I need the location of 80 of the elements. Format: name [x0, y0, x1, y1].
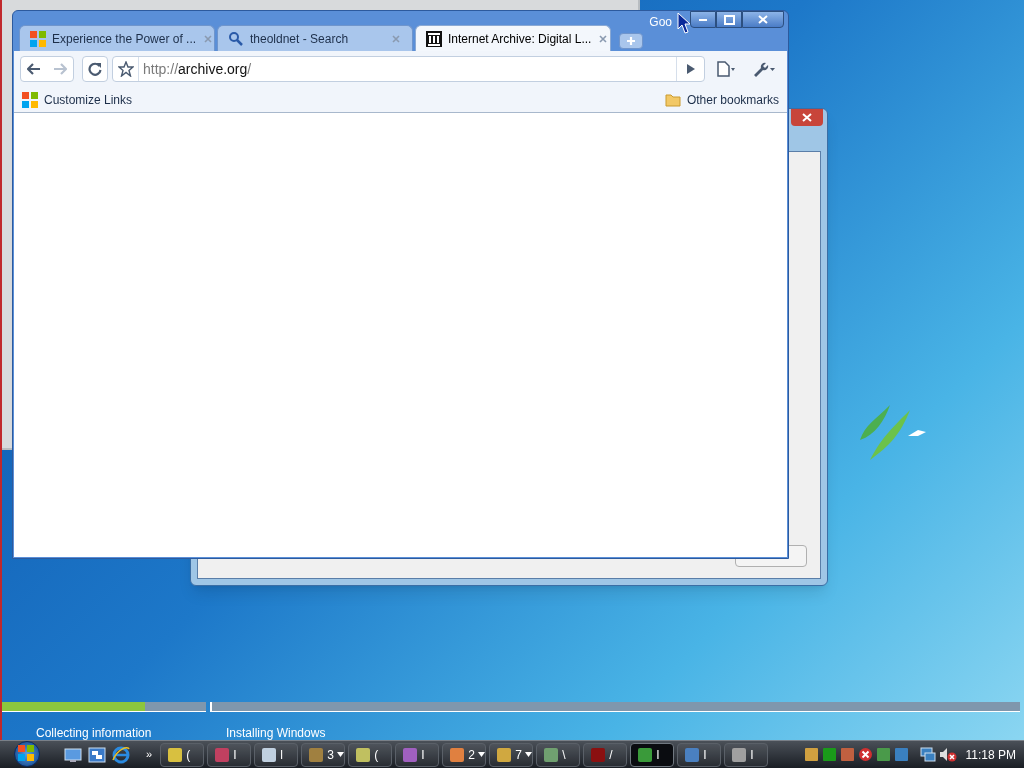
- close-icon: [204, 34, 213, 43]
- taskbar-button[interactable]: \: [536, 742, 581, 767]
- app-icon: [308, 746, 325, 763]
- tab-title: theoldnet - Search: [250, 30, 350, 48]
- tab-title: Internet Archive: Digital L...: [448, 30, 592, 48]
- tray-app-icon[interactable]: [839, 747, 855, 762]
- tray-app-icon[interactable]: [821, 747, 837, 762]
- window-title: Goo: [649, 14, 672, 31]
- tray-app-icon[interactable]: [803, 747, 819, 762]
- setup-step-label: Collecting information: [36, 726, 152, 740]
- taskbar-button[interactable]: I: [677, 742, 722, 767]
- app-icon: [167, 746, 184, 763]
- browser-e-icon[interactable]: [112, 745, 130, 764]
- address-bar[interactable]: http://archive.org/: [112, 56, 705, 82]
- error-icon[interactable]: [857, 747, 873, 762]
- plus-icon: [626, 36, 636, 46]
- page-icon: [716, 61, 736, 77]
- app-icon: [590, 746, 607, 763]
- app-icon: [402, 746, 419, 763]
- pointer-icon: [677, 12, 691, 34]
- windows-logo-icon: [30, 30, 46, 47]
- play-icon: [685, 63, 696, 75]
- speaker-muted-icon[interactable]: [938, 747, 957, 762]
- desktop-icon[interactable]: [64, 746, 82, 763]
- windows-switch-icon[interactable]: [88, 746, 106, 763]
- app-icon: [731, 746, 748, 763]
- app-icon: [496, 746, 513, 763]
- close-icon: [802, 113, 812, 122]
- close-icon: [758, 15, 768, 24]
- taskbar-button[interactable]: /: [583, 742, 628, 767]
- browser-tab[interactable]: theoldnet - Search: [217, 25, 413, 51]
- minimize-icon: [699, 18, 707, 21]
- taskbar-button[interactable]: 7: [489, 742, 534, 767]
- taskbar-button[interactable]: 2: [442, 742, 487, 767]
- close-button[interactable]: [791, 109, 823, 126]
- right-arrow-icon: [53, 63, 67, 75]
- network-icon[interactable]: [919, 747, 936, 762]
- maximize-icon: [723, 14, 735, 25]
- taskbar-button[interactable]: I: [395, 742, 440, 767]
- tab-close-button[interactable]: [597, 32, 610, 45]
- taskbar-button[interactable]: I: [724, 742, 769, 767]
- app-icon: [214, 746, 231, 763]
- columns-icon: [426, 30, 442, 47]
- reload-button[interactable]: [82, 56, 108, 82]
- url-text: http://archive.org/: [142, 59, 253, 79]
- app-icon: [543, 746, 560, 763]
- star-icon: [117, 61, 134, 77]
- windows-logo-icon: [22, 91, 38, 108]
- tray-app-icon[interactable]: [893, 747, 909, 762]
- tab-title: Experience the Power of ...: [52, 30, 197, 48]
- taskbar-button[interactable]: (: [160, 742, 205, 767]
- new-tab-button[interactable]: [619, 33, 643, 49]
- search-icon: [228, 30, 244, 47]
- maximize-button[interactable]: [716, 11, 742, 28]
- app-icon: [261, 746, 278, 763]
- taskbar-button[interactable]: I: [207, 742, 252, 767]
- browser-tab[interactable]: Internet Archive: Digital L...: [415, 25, 611, 51]
- wrench-icon: [752, 61, 776, 77]
- reload-icon: [88, 62, 102, 76]
- setup-step-label: Installing Windows: [226, 726, 326, 740]
- close-icon: [392, 34, 400, 43]
- taskbar-button[interactable]: l: [254, 742, 299, 767]
- tray-app-icon[interactable]: [875, 747, 891, 762]
- overflow-button[interactable]: »: [146, 744, 153, 765]
- windows-logo-icon: [18, 745, 36, 763]
- minimize-button[interactable]: [690, 11, 716, 28]
- taskbar-button[interactable]: I: [630, 742, 675, 767]
- bookmark-link[interactable]: Customize Links: [22, 90, 133, 109]
- clock[interactable]: 11:18 PM: [965, 745, 1016, 764]
- close-button[interactable]: [742, 11, 784, 28]
- taskbar-button[interactable]: 3: [301, 742, 346, 767]
- browser-tab[interactable]: Experience the Power of ...: [19, 25, 215, 51]
- left-arrow-icon: [27, 63, 41, 75]
- app-icon: [449, 746, 466, 763]
- bookmark-folder[interactable]: Other bookmarks: [664, 90, 779, 109]
- app-icon: [684, 746, 701, 763]
- close-icon: [599, 34, 608, 43]
- taskbar-button[interactable]: (: [348, 742, 393, 767]
- app-icon: [355, 746, 372, 763]
- app-icon: [637, 746, 654, 763]
